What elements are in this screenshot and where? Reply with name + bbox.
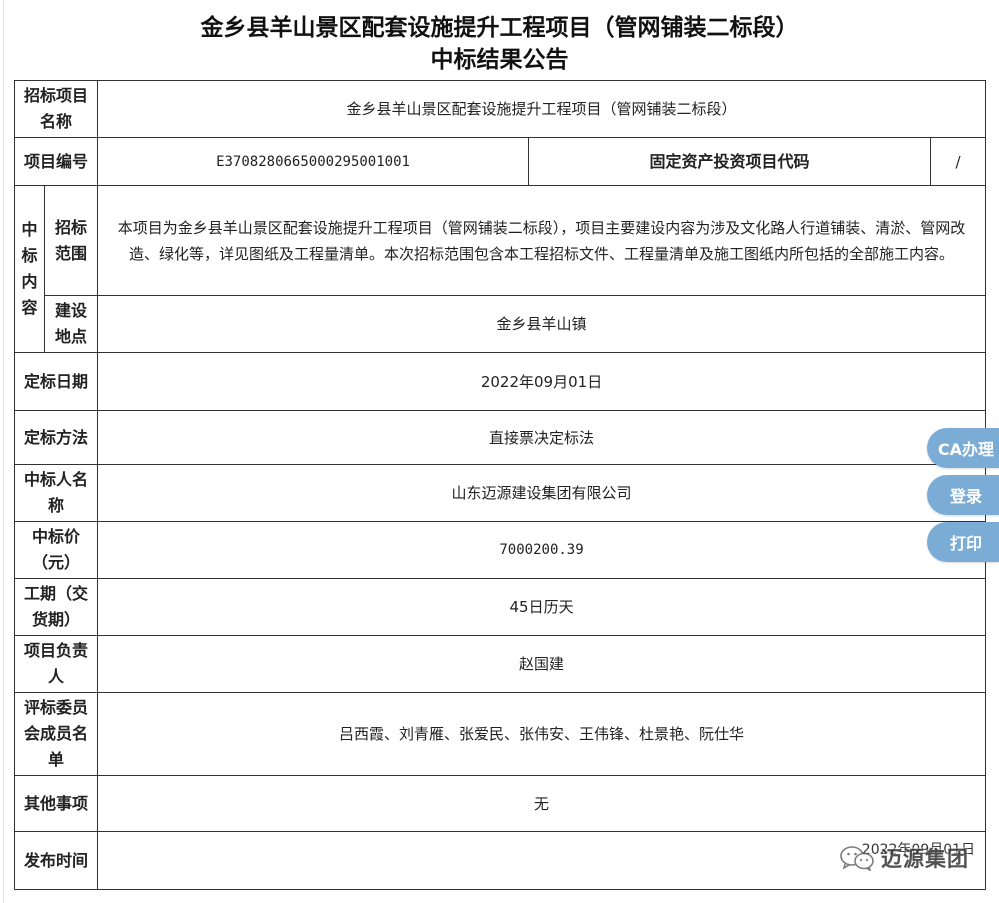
award-method-label: 定标方法 [13, 410, 99, 465]
table-row: 中标人名称 山东迈源建设集团有限公司 [13, 464, 987, 522]
project-no-value: E3708280665000295001001 [97, 137, 530, 186]
print-button[interactable]: 打印 [927, 522, 999, 562]
project-name-label: 招标项目名称 [13, 80, 99, 138]
award-date-label: 定标日期 [13, 352, 99, 411]
table-row: 定标方法 直接票决定标法 [13, 410, 987, 465]
fixed-asset-code-value: / [930, 137, 987, 186]
manager-label: 项目负责人 [13, 635, 99, 693]
award-notice-table: 招标项目名称 金乡县羊山景区配套设施提升工程项目（管网铺装二标段） 项目编号 E… [13, 80, 987, 890]
committee-value: 吕西霞、刘青雁、张爱民、张伟安、王伟锋、杜景艳、阮仕华 [97, 692, 987, 776]
login-label: 登录 [949, 487, 982, 506]
winner-value: 山东迈源建设集团有限公司 [97, 464, 987, 522]
table-row: 项目负责人 赵国建 [13, 635, 987, 693]
winner-label: 中标人名称 [13, 464, 99, 522]
table-row: 定标日期 2022年09月01日 [13, 352, 987, 411]
publish-time-label: 发布时间 [13, 831, 99, 890]
table-row: 其他事项 无 [13, 775, 987, 832]
login-button[interactable]: 登录 [927, 475, 999, 515]
award-content-label: 中标内容 [14, 185, 45, 353]
table-row: 建设地点 金乡县羊山镇 [15, 295, 987, 353]
watermark-text: 迈源集团 [881, 847, 969, 871]
fixed-asset-code-label: 固定资产投资项目代码 [528, 137, 932, 186]
award-method-value: 直接票决定标法 [97, 410, 987, 465]
table-row: 中标内容 招标范围 本项目为金乡县羊山景区配套设施提升工程项目（管网铺装二标段）… [14, 185, 987, 353]
table-row: 评标委员会成员名单 吕西霞、刘青雁、张爱民、张伟安、王伟锋、杜景艳、阮仕华 [13, 692, 987, 776]
location-label: 建设地点 [43, 295, 99, 353]
period-value: 45日历天 [97, 578, 987, 636]
manager-value: 赵国建 [97, 635, 987, 693]
table-row: 中标价（元） 7000200.39 [13, 521, 987, 579]
page-left-rule [3, 0, 4, 903]
print-label: 打印 [949, 534, 982, 553]
location-value: 金乡县羊山镇 [97, 295, 987, 353]
table-row: 招标项目名称 金乡县羊山景区配套设施提升工程项目（管网铺装二标段） [13, 80, 987, 138]
table-row: 工期（交货期） 45日历天 [13, 578, 987, 636]
scope-label: 招标范围 [43, 185, 99, 296]
wechat-icon [840, 846, 874, 871]
title-line-2: 中标结果公告 [430, 47, 569, 73]
committee-label: 评标委员会成员名单 [13, 692, 99, 776]
project-no-label: 项目编号 [13, 137, 99, 186]
other-matters-label: 其他事项 [13, 775, 99, 832]
scope-value: 本项目为金乡县羊山景区配套设施提升工程项目（管网铺装二标段），项目主要建设内容为… [97, 185, 987, 296]
ca-service-label: CA办理 [937, 440, 995, 459]
award-date-value: 2022年09月01日 [97, 352, 987, 411]
period-label: 工期（交货期） [13, 578, 99, 636]
table-row: 项目编号 E3708280665000295001001 固定资产投资项目代码 … [13, 137, 987, 186]
page-title: 金乡县羊山景区配套设施提升工程项目（管网铺装二标段） 中标结果公告 [0, 12, 999, 76]
project-name-value: 金乡县羊山景区配套设施提升工程项目（管网铺装二标段） [97, 80, 987, 138]
price-value: 7000200.39 [97, 521, 987, 579]
wechat-watermark: 迈源集团 [839, 843, 969, 873]
price-label: 中标价（元） [13, 521, 99, 579]
title-line-1: 金乡县羊山景区配套设施提升工程项目（管网铺装二标段） [200, 15, 799, 41]
other-matters-value: 无 [97, 775, 987, 832]
ca-service-button[interactable]: CA办理 [927, 428, 999, 468]
